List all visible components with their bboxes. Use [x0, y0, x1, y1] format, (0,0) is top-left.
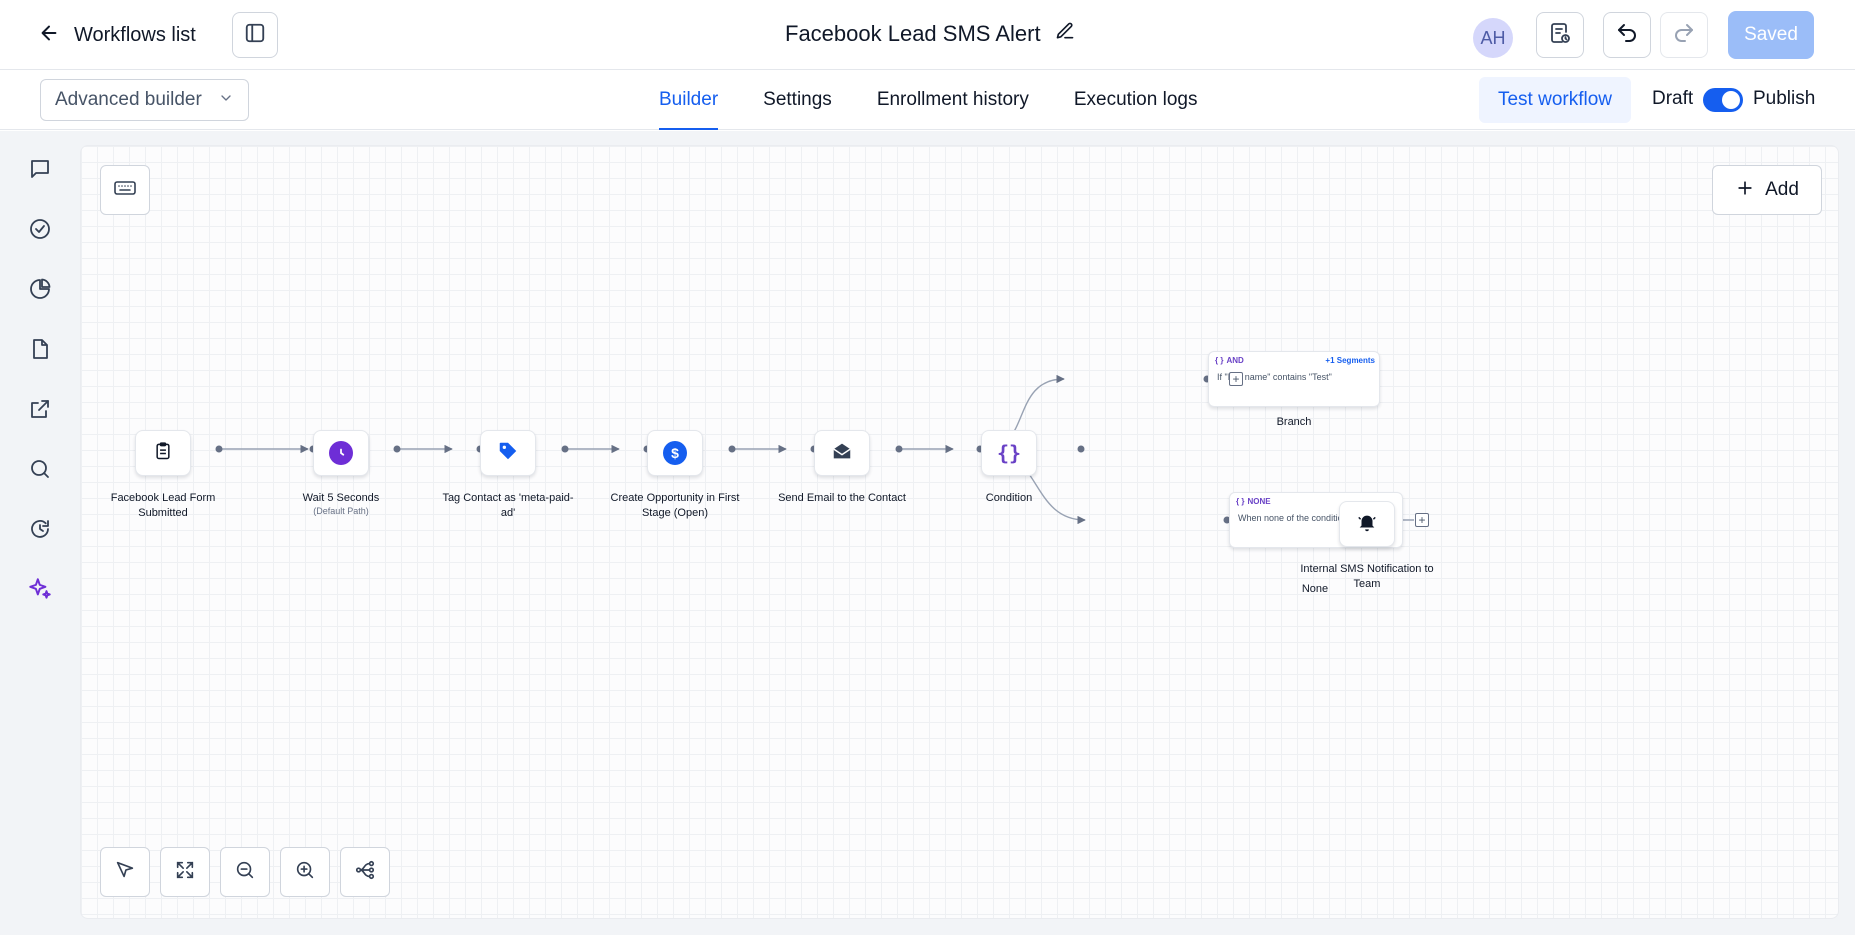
sidebar-item-reports[interactable] — [24, 275, 56, 307]
clock-icon — [329, 441, 353, 465]
sidebar-item-ai[interactable] — [24, 575, 56, 607]
chat-icon — [28, 157, 52, 186]
toggle-knob — [1722, 91, 1740, 109]
saved-button[interactable]: Saved — [1728, 11, 1814, 59]
workflow-title-text: Facebook Lead SMS Alert — [785, 21, 1041, 46]
segments-link[interactable]: +1 Segments — [1325, 356, 1375, 365]
sidebar-item-tasks[interactable] — [24, 215, 56, 247]
external-link-icon — [28, 397, 52, 426]
pie-chart-icon — [28, 277, 52, 306]
file-icon — [28, 337, 52, 366]
node-create-opportunity[interactable]: $ — [647, 430, 703, 476]
node-sublabel: (Default Path) — [313, 506, 369, 516]
publish-toggle[interactable] — [1703, 88, 1743, 112]
sidebar-item-search[interactable] — [24, 455, 56, 487]
node-label: Wait 5 Seconds (Default Path) — [271, 491, 411, 517]
dollar-icon: $ — [663, 441, 687, 465]
workflow-canvas[interactable]: Add Facebook Lead Form Submitted Wait 5 … — [80, 145, 1839, 919]
top-bar: Workflows list Facebook Lead SMS Alert A… — [0, 0, 1855, 70]
fit-view-button[interactable] — [160, 847, 210, 897]
tab-settings[interactable]: Settings — [763, 70, 832, 130]
workflow-title: Facebook Lead SMS Alert — [785, 21, 1075, 47]
document-clock-icon — [1548, 21, 1572, 50]
pencil-icon[interactable] — [1055, 21, 1075, 47]
node-facebook-lead-form[interactable] — [135, 430, 191, 476]
braces-icon: { } — [1236, 497, 1245, 506]
add-step-plus-icon[interactable]: + — [1229, 372, 1243, 386]
zoom-out-button[interactable] — [220, 847, 270, 897]
tab-builder[interactable]: Builder — [659, 70, 719, 130]
sidebar-item-chat[interactable] — [24, 155, 56, 187]
tab-bar: Builder Settings Enrollment history Exec… — [659, 70, 1242, 130]
history-icon — [28, 517, 52, 546]
clipboard-icon — [153, 441, 173, 466]
braces-icon: {} — [996, 441, 1022, 465]
auto-layout-button[interactable] — [340, 847, 390, 897]
left-sidebar — [0, 131, 80, 935]
node-send-email[interactable] — [814, 430, 870, 476]
back-to-workflows-button[interactable]: Workflows list — [38, 18, 196, 52]
cursor-icon — [114, 859, 136, 886]
node-wait[interactable] — [313, 430, 369, 476]
node-label-text: Wait 5 Seconds — [302, 492, 380, 504]
node-label: Condition — [985, 492, 1033, 504]
search-icon — [28, 457, 52, 486]
chevron-down-icon — [218, 90, 234, 111]
undo-button[interactable] — [1603, 12, 1651, 58]
zoom-in-button[interactable] — [280, 847, 330, 897]
add-step-plus-icon[interactable]: + — [1415, 513, 1429, 527]
redo-icon — [1672, 21, 1696, 50]
test-workflow-button[interactable]: Test workflow — [1479, 77, 1631, 123]
sidebar-item-history[interactable] — [24, 515, 56, 547]
sparkle-icon — [27, 576, 53, 607]
sub-bar: Advanced builder Builder Settings Enroll… — [0, 70, 1855, 130]
branch-tag: { } NONE — [1236, 497, 1271, 506]
bell-icon — [1356, 511, 1378, 538]
node-label: Tag Contact as 'meta-paid-ad' — [442, 492, 574, 519]
node-label: Internal SMS Notification to Team — [1300, 563, 1434, 590]
builder-mode-value: Advanced builder — [55, 89, 202, 110]
back-label: Workflows list — [74, 23, 196, 46]
node-label: Create Opportunity in First Stage (Open) — [610, 492, 740, 519]
sidebar-item-documents[interactable] — [24, 335, 56, 367]
tag-icon — [497, 440, 519, 467]
canvas-area: Add Facebook Lead Form Submitted Wait 5 … — [80, 131, 1855, 935]
node-condition[interactable]: {} — [981, 430, 1037, 476]
builder-mode-select[interactable]: Advanced builder — [40, 79, 249, 121]
branch-tag: { } AND — [1215, 356, 1244, 365]
node-tag-contact[interactable] — [480, 430, 536, 476]
node-label: Facebook Lead Form Submitted — [110, 492, 216, 519]
workflow-edges — [215, 374, 1414, 525]
envelope-icon — [831, 440, 853, 467]
draft-label: Draft — [1652, 88, 1694, 109]
sidebar-item-external[interactable] — [24, 395, 56, 427]
branch-tag-text: NONE — [1247, 497, 1271, 506]
undo-icon — [1615, 21, 1639, 50]
sidebar-panel-icon — [244, 22, 266, 49]
flow-tree-icon — [354, 859, 376, 886]
branch-tag-text: AND — [1226, 356, 1244, 365]
braces-icon: { } — [1215, 356, 1224, 365]
arrow-left-icon — [38, 22, 60, 49]
check-circle-icon — [28, 217, 52, 246]
select-tool-button[interactable] — [100, 847, 150, 897]
version-history-button[interactable] — [1536, 12, 1584, 58]
tab-execution-logs[interactable]: Execution logs — [1074, 70, 1198, 130]
zoom-out-icon — [234, 859, 256, 886]
expand-icon — [174, 859, 196, 886]
redo-button[interactable] — [1660, 12, 1708, 58]
zoom-in-icon — [294, 859, 316, 886]
publish-label: Publish — [1753, 88, 1816, 109]
panel-toggle-button[interactable] — [232, 12, 278, 58]
branch-label: Branch — [1276, 416, 1312, 428]
avatar[interactable]: AH — [1473, 18, 1513, 58]
node-label: Send Email to the Contact — [778, 492, 906, 504]
tab-enrollment-history[interactable]: Enrollment history — [877, 70, 1029, 130]
node-internal-sms[interactable] — [1339, 501, 1395, 547]
